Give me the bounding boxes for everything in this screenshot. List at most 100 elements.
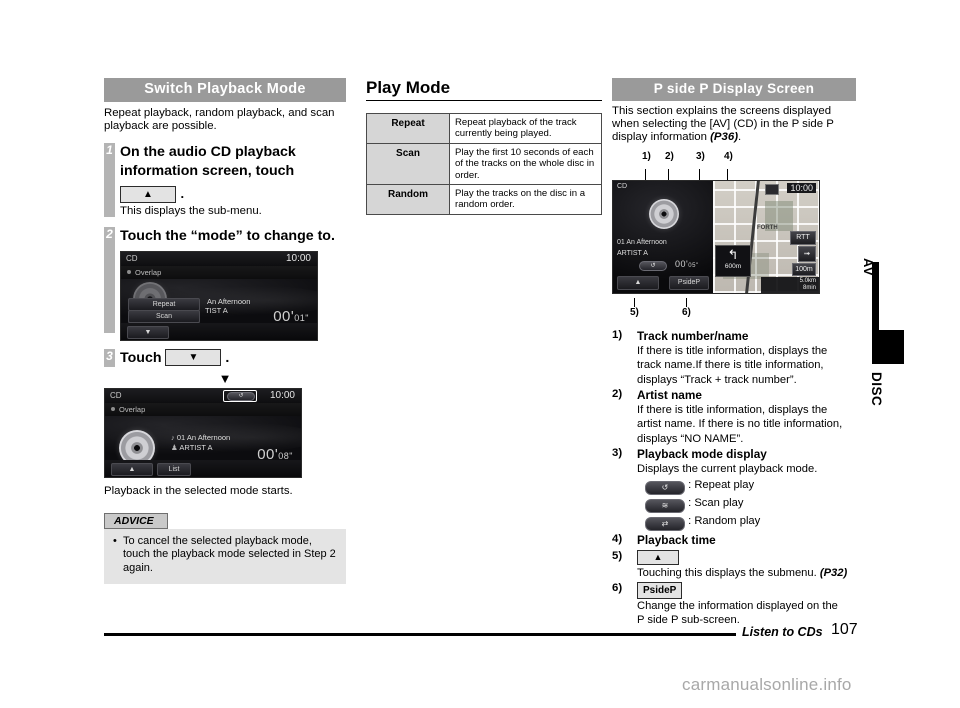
psidep-button-glyph[interactable]: PsideP	[637, 582, 683, 600]
leader-5	[634, 297, 635, 307]
table-cell-mode-scan: Scan	[366, 142, 450, 186]
map-compass-button[interactable]: ➟	[798, 245, 816, 262]
screen2-status-bar: CD 10:00	[121, 251, 317, 266]
pside-track-title: 01 An Afternoon	[617, 238, 667, 246]
watermark: carmanualsonline.info	[682, 675, 852, 694]
artist-icon: ♟	[171, 442, 178, 452]
advice-box: ADVICE To cancel the selected playback m…	[104, 511, 346, 584]
list-item-2-line2: artist name. If there is no title inform…	[637, 418, 843, 431]
playback-result-text: Playback in the selected mode starts.	[104, 484, 293, 497]
list-item-3-title: Playback mode display	[637, 447, 767, 462]
flow-arrow-down-icon: ▼	[218, 370, 232, 386]
screen2-track-title: An Afternoon	[207, 296, 251, 306]
list-item-5-line1: Touching this displays the submenu.	[637, 566, 817, 579]
list-item-6-line2: P side P sub-screen.	[637, 614, 740, 627]
leader-6	[686, 297, 687, 307]
map-rtt-button[interactable]: RTT	[790, 230, 816, 245]
screen2-overlap-label: Overlap	[135, 267, 162, 277]
list-item-6-line1: Change the information displayed on the	[637, 600, 838, 613]
callout-1: 1)	[642, 150, 651, 162]
screen3-overlap-label: Overlap	[119, 404, 146, 414]
list-item-3-body: Displays the current playback mode.	[637, 463, 818, 476]
step-3-title: Touch ▼ .	[120, 349, 346, 368]
list-item-6-body: Change the information displayed on the …	[637, 599, 856, 628]
list-item-1: 1) Track number/name If there is title i…	[612, 329, 856, 387]
list-button[interactable]: List	[157, 462, 191, 476]
pside-intro-line1: This section explains the screens displa…	[612, 104, 832, 117]
submenu-button-scan[interactable]: Scan	[128, 309, 200, 323]
pside-time-min: 00'	[675, 258, 689, 269]
step-2-title: Touch the “mode” to change to.	[120, 227, 335, 244]
overlap-dot-icon-2	[111, 407, 115, 412]
list-item-5-reference: (P32)	[819, 566, 848, 579]
callout-numbers-top: 1) 2) 3) 4)	[612, 151, 856, 169]
play-mode-heading: Play Mode	[366, 78, 451, 97]
section-intro-text: Repeat playback, random playback, and sc…	[104, 106, 335, 132]
map-eta-bar: 5.0km 8min	[761, 276, 819, 293]
pside-source-label: CD	[617, 182, 628, 190]
screen2-clock: 10:00	[285, 252, 311, 264]
leader-2	[668, 168, 669, 180]
pside-artist: ARTIST A	[617, 249, 648, 257]
pside-repeat-mode-icon: ↺	[639, 260, 667, 271]
map-gps-icon	[765, 183, 779, 195]
list-item-4-title: Playback time	[637, 532, 716, 547]
play-mode-table: Repeat Repeat playback of the track curr…	[366, 113, 602, 215]
pside-intro-text: This section explains the screens displa…	[612, 105, 856, 145]
right-column: P side P Display Screen This section exp…	[612, 78, 856, 629]
submenu-up-button-glyph[interactable]: ▲	[637, 549, 679, 565]
step-1-period: .	[180, 186, 185, 202]
submenu-button-repeat[interactable]: Repeat	[128, 297, 200, 311]
up-arrow-button-glyph[interactable]: ▲	[120, 185, 176, 203]
submenu-expand-button[interactable]: ▲	[111, 462, 153, 476]
pside-playback-time: 00'05"	[675, 259, 699, 269]
list-item-1-title: Track number/name	[637, 328, 749, 343]
leader-4	[727, 168, 728, 180]
side-tab-av[interactable]: AV	[861, 258, 876, 276]
list-item-2: 2) Artist name If there is title informa…	[612, 388, 856, 446]
step-1: 1 On the audio CD playback information s…	[104, 143, 346, 218]
mode-line-random: ⇄ : Random play	[637, 513, 856, 531]
map-street-label: FORTH	[757, 224, 778, 231]
leader-3	[699, 168, 700, 180]
map-eta-time: 8min	[802, 284, 816, 291]
footer-page-number: 107	[831, 621, 858, 638]
list-item-6-number: 6)	[612, 582, 623, 595]
list-item-3: 3) Playback mode display Displays the cu…	[612, 447, 856, 531]
pside-intro-period: .	[738, 131, 742, 144]
list-item-2-line3: displays “NO NAME”.	[637, 432, 744, 445]
section-header-pside-p-display: P side P Display Screen	[612, 78, 856, 101]
screen3-clock: 10:00	[269, 389, 295, 401]
repeat-play-label: : Repeat play	[688, 478, 755, 491]
side-tab-disc[interactable]: DISC	[869, 372, 884, 406]
pside-intro-line3: display information	[612, 131, 707, 144]
screen3-overlap-bar: Overlap	[105, 402, 301, 416]
map-scale-button[interactable]: 100m	[792, 262, 816, 276]
step-3-title-text: Touch	[120, 349, 162, 366]
step-1-subtext: This displays the sub-menu.	[120, 205, 262, 218]
list-item-1-line1: If there is title information, displays …	[637, 344, 828, 357]
list-item-4: 4) Playback time	[612, 533, 856, 548]
step-2-number: 2	[104, 226, 115, 242]
screenshot-pside-p: CD 01 An Afternoon ARTIST A ↺ 00'05" ▲ P…	[612, 179, 820, 294]
pside-p-toggle-button[interactable]: PsideP	[669, 275, 709, 290]
manual-page: Switch Playback Mode Repeat playback, ra…	[0, 0, 960, 708]
overlap-dot-icon	[127, 270, 131, 275]
left-column: Switch Playback Mode Repeat playback, ra…	[104, 78, 346, 584]
table-cell-mode-random: Random	[366, 184, 450, 215]
section-header-switch-playback-mode: Switch Playback Mode	[104, 78, 346, 102]
down-arrow-button-glyph[interactable]: ▼	[165, 349, 222, 367]
callout-numbers-bottom: 5) 6)	[612, 297, 856, 320]
step-3-period: .	[225, 349, 230, 366]
list-item-4-number: 4)	[612, 532, 623, 545]
table-cell-desc-random: Play the tracks on the disc in a random …	[449, 184, 602, 215]
list-item-2-title: Artist name	[637, 388, 702, 403]
pside-submenu-button[interactable]: ▲	[617, 275, 659, 290]
submenu-collapse-button[interactable]: ▼	[127, 325, 169, 339]
pside-cd-panel: CD 01 An Afternoon ARTIST A ↺ 00'05" ▲ P…	[613, 180, 713, 293]
footer-rule	[104, 633, 736, 636]
step-1-number: 1	[104, 143, 115, 159]
list-item-2-line1: If there is title information, displays …	[637, 404, 828, 417]
middle-column: Play Mode Repeat Repeat playback of the …	[366, 78, 602, 215]
list-item-1-body: If there is title information, displays …	[637, 344, 856, 387]
